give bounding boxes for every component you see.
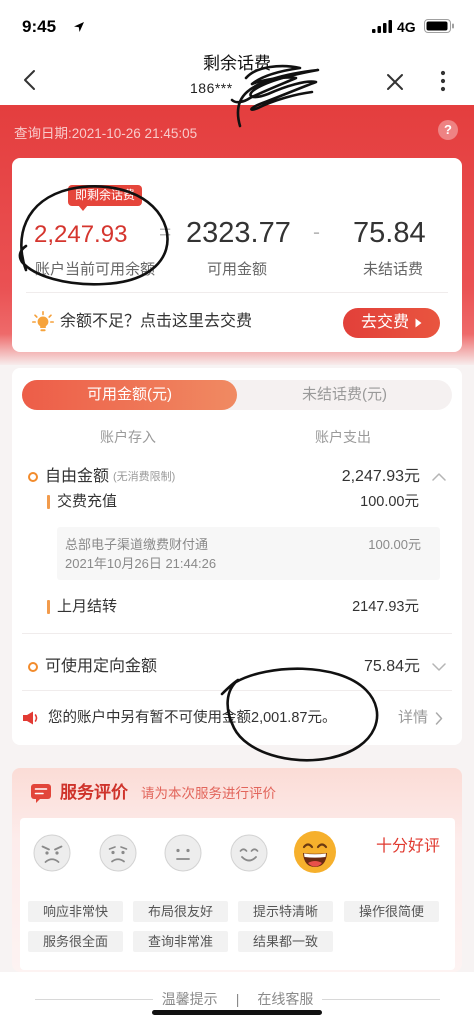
tab-unsettled[interactable]: 未结话费(元) xyxy=(237,380,452,410)
selected-rating-label: 十分好评 xyxy=(376,838,441,855)
record-channel: 总部电子渠道缴费财付通 xyxy=(65,537,209,552)
free-amount-note: (无消费限制) xyxy=(113,471,176,483)
angry-face-icon[interactable] xyxy=(33,834,71,872)
sub-item-marker xyxy=(47,495,50,509)
signal-icon xyxy=(372,20,392,33)
rating-tag[interactable]: 响应非常快 xyxy=(28,901,123,922)
nav-bar: 剩余话费 186*** xyxy=(0,52,474,105)
record-amount: 100.00元 xyxy=(368,537,421,552)
recharge-record: 总部电子渠道缴费财付通 100.00元 2021年10月26日 21:44:26 xyxy=(57,527,440,580)
available-label: 可用金额 xyxy=(207,261,268,278)
rating-panel: 十分好评 响应非常快 布局很友好 提示特清晰 操作很简便 服务很全面 查询非常准… xyxy=(20,818,455,970)
footer-separator: | xyxy=(235,991,240,1007)
chevron-right-icon[interactable] xyxy=(435,712,443,725)
rating-tag[interactable]: 布局很友好 xyxy=(133,901,228,922)
help-icon[interactable]: ? xyxy=(438,120,458,140)
status-time: 9:45 xyxy=(22,17,57,36)
divider xyxy=(26,292,448,293)
minus-sign: - xyxy=(313,221,320,244)
query-date: 查询日期:2021-10-26 21:45:05 xyxy=(14,126,198,141)
sad-face-icon[interactable] xyxy=(99,834,137,872)
rating-subtitle: 请为本次服务进行评价 xyxy=(141,786,276,801)
recharge-amount: 100.00元 xyxy=(360,494,419,510)
divider xyxy=(22,690,452,691)
record-time: 2021年10月26日 21:44:26 xyxy=(65,556,217,571)
free-amount-value: 2,247.93元 xyxy=(341,468,420,485)
available-amount: 2323.77 xyxy=(186,217,291,249)
speaker-icon xyxy=(23,711,38,725)
bullet-icon xyxy=(28,662,38,672)
directed-amount-label[interactable]: 可使用定向金额 xyxy=(45,656,157,678)
unsettled-label: 未结话费 xyxy=(363,261,424,278)
sub-item-marker xyxy=(47,600,50,614)
divider xyxy=(322,998,441,1000)
divider xyxy=(35,998,153,1000)
chevron-up-icon[interactable] xyxy=(432,472,446,481)
balance-label: 账户当前可用余额 xyxy=(35,261,156,278)
unavailable-amount-notice: 您的账户中另有暂不可使用金额2,001.87元。 xyxy=(48,710,337,726)
rating-tag[interactable]: 提示特清晰 xyxy=(238,901,333,922)
carry-over-label: 上月结转 xyxy=(57,598,118,615)
rating-tag[interactable]: 查询非常准 xyxy=(133,931,228,952)
neutral-face-icon[interactable] xyxy=(164,834,202,872)
pay-button-label: 去交费 xyxy=(360,314,409,331)
triangle-right-icon xyxy=(415,318,422,328)
rating-tag[interactable]: 结果都一致 xyxy=(238,931,333,952)
balance-detail-card: 可用金额(元) 未结话费(元) 账户存入 账户支出 自由金额 (无消费限制) 2… xyxy=(12,368,462,745)
detail-tabs: 可用金额(元) 未结话费(元) xyxy=(22,380,452,410)
carry-over-amount: 2147.93元 xyxy=(352,599,419,615)
rating-tag[interactable]: 操作很简便 xyxy=(344,901,439,922)
network-type: 4G xyxy=(397,19,416,35)
grinning-face-icon[interactable] xyxy=(293,830,337,874)
rating-tag[interactable]: 服务很全面 xyxy=(28,931,123,952)
column-deposit: 账户存入 xyxy=(100,429,156,445)
close-icon[interactable] xyxy=(386,73,404,91)
bullet-icon xyxy=(28,472,38,482)
status-bar: 9:45 4G xyxy=(0,0,474,52)
page-title: 剩余话费 xyxy=(203,54,271,73)
online-service-link[interactable]: 在线客服 xyxy=(257,989,313,1009)
location-arrow-icon xyxy=(74,22,84,32)
recharge-label: 交费充值 xyxy=(57,493,118,510)
phone-number: 186*** xyxy=(190,80,233,96)
footer-links: 温馨提示 | 在线客服 xyxy=(35,989,441,1009)
message-icon xyxy=(31,784,51,803)
more-vertical-icon[interactable] xyxy=(439,70,447,92)
service-rating-card: 服务评价 请为本次服务进行评价 十分好评 响应非常快 布局很友好 提示特清晰 操… xyxy=(12,768,462,972)
free-amount-label[interactable]: 自由金额 xyxy=(45,466,109,488)
remaining-badge: 即剩余话费 xyxy=(68,185,143,211)
tab-available[interactable]: 可用金额(元) xyxy=(22,380,237,410)
home-indicator[interactable] xyxy=(152,1010,322,1015)
battery-icon xyxy=(424,19,454,33)
current-balance: 2,247.93 xyxy=(34,221,128,248)
details-link[interactable]: 详情 xyxy=(398,708,428,728)
lightbulb-icon xyxy=(32,311,54,332)
column-expense: 账户支出 xyxy=(315,429,371,445)
tips-link[interactable]: 温馨提示 xyxy=(162,989,218,1009)
pay-button[interactable]: 去交费 xyxy=(343,308,440,338)
balance-summary-card: 即剩余话费 2,247.93 = 2323.77 - 75.84 账户当前可用余… xyxy=(12,158,462,352)
equals-sign: = xyxy=(159,221,172,244)
directed-amount-value: 75.84元 xyxy=(363,658,420,675)
smile-face-icon[interactable] xyxy=(230,834,268,872)
chevron-down-icon[interactable] xyxy=(432,663,446,672)
rating-title: 服务评价 xyxy=(60,783,128,802)
divider xyxy=(22,633,452,634)
unsettled-amount: 75.84 xyxy=(353,217,426,249)
low-balance-tip[interactable]: 余额不足？点击这里去交费 xyxy=(60,312,252,332)
